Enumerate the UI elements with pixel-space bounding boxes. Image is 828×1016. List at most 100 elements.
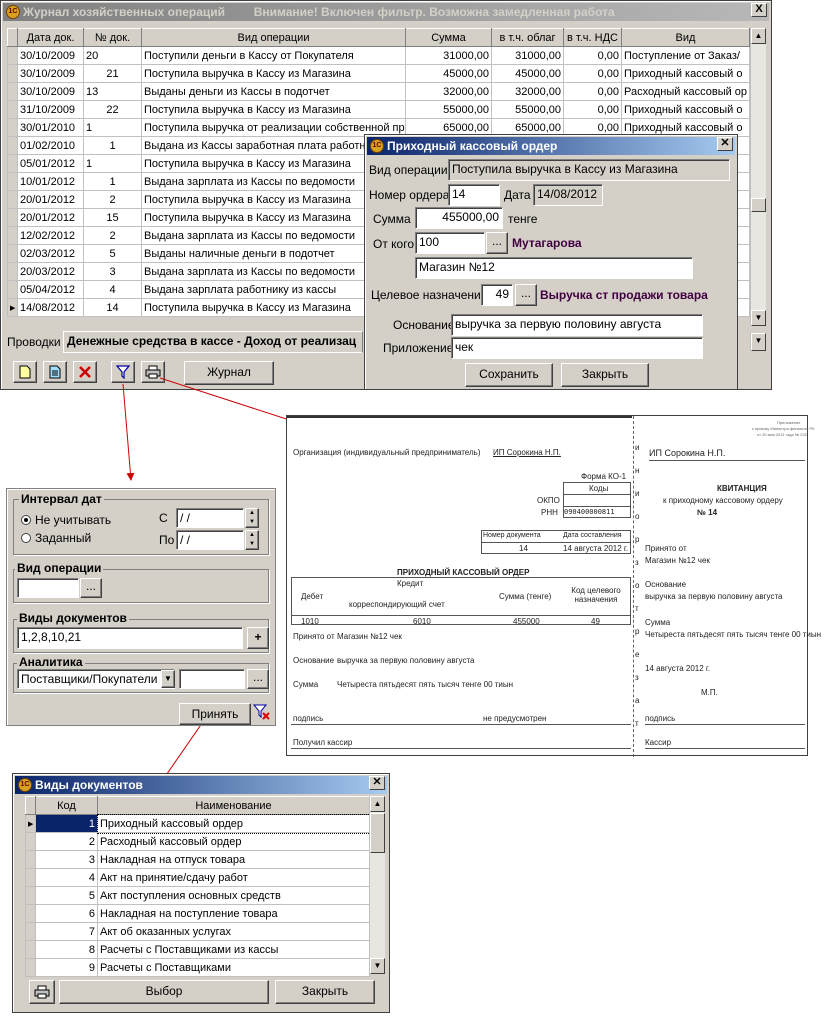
list-item[interactable]: 4 Акт на принятие/сдачу работ [25, 868, 370, 887]
new-doc-button[interactable] [13, 361, 37, 383]
operation-field[interactable]: Поступила выручка в Кассу из Магазина [448, 159, 730, 181]
cell-date[interactable]: 30/10/2009 [17, 46, 84, 65]
close-button[interactable]: Закрыть [275, 980, 375, 1004]
sum-field[interactable]: 455000,00 [415, 207, 503, 229]
list-item[interactable]: 8 Расчеты с Поставщиками из кассы [25, 940, 370, 959]
scroll-thumb[interactable] [370, 813, 385, 853]
cell-kind[interactable]: Приходный кассовый о [621, 64, 750, 83]
cell-date[interactable]: 05/04/2012 [17, 280, 84, 299]
list-item[interactable]: 9 Расчеты с Поставщиками [25, 958, 370, 977]
cell-name[interactable]: Акт поступления основных средств [97, 886, 370, 905]
from-lookup-button[interactable]: ... [486, 232, 508, 254]
edit-doc-button[interactable] [43, 361, 67, 383]
date-field[interactable]: 14/08/2012 [533, 184, 603, 206]
cell-date[interactable]: 01/02/2010 [17, 136, 84, 155]
cell-sum[interactable]: 31000,00 [405, 46, 492, 65]
basis-field[interactable]: выручка за первую половину августа [451, 314, 703, 336]
cell-date[interactable]: 12/02/2012 [17, 226, 84, 245]
cell-operation[interactable]: Выданы деньги из Кассы в подотчет [141, 82, 406, 101]
cell-num[interactable]: 13 [83, 82, 142, 101]
cell-vat[interactable]: 0,00 [563, 82, 622, 101]
cell-num[interactable]: 1 [83, 118, 142, 137]
purpose-code-field[interactable]: 49 [481, 284, 513, 306]
clear-filter-button[interactable] [252, 703, 273, 725]
cell-name[interactable]: Акт об оказанных услугах [97, 922, 370, 941]
cell-code[interactable]: 8 [35, 940, 98, 959]
cell-code[interactable]: 3 [35, 850, 98, 869]
cell-num[interactable]: 20 [83, 46, 142, 65]
cell-num[interactable]: 21 [83, 64, 142, 83]
cell-code[interactable]: 2 [35, 832, 98, 851]
cell-date[interactable]: 20/01/2012 [17, 208, 84, 227]
journal-button[interactable]: Журнал [184, 361, 274, 385]
cell-date[interactable]: 30/10/2009 [17, 64, 84, 83]
cell-name[interactable]: Расчеты с Поставщиками из кассы [97, 940, 370, 959]
close-icon[interactable]: X [751, 3, 767, 17]
analytics-value-field[interactable] [179, 669, 245, 689]
col-header-name[interactable]: Наименование [97, 796, 370, 815]
cell-date[interactable]: 10/01/2012 [17, 172, 84, 191]
cell-num[interactable]: 15 [83, 208, 142, 227]
cell-code[interactable]: 4 [35, 868, 98, 887]
cell-num[interactable]: 14 [83, 298, 142, 317]
cell-name[interactable]: Приходный кассовый ордер [96, 813, 371, 834]
doctypes-field[interactable]: 1,2,8,10,21 [17, 627, 243, 649]
cell-operation[interactable]: Поступила выручка в Кассу из Магазина [141, 64, 406, 83]
provodki-dropdown[interactable]: ▼ [750, 333, 766, 351]
list-item[interactable]: ▶ 1 Приходный кассовый ордер [25, 813, 371, 834]
close-icon[interactable]: ✕ [369, 776, 385, 790]
chevron-down-icon[interactable]: ▼ [751, 333, 766, 351]
order-number-field[interactable]: 14 [448, 184, 500, 206]
cell-name[interactable]: Расчеты с Поставщиками [97, 958, 370, 977]
cell-date[interactable]: 14/08/2012 [17, 298, 84, 317]
cell-date[interactable]: 30/01/2010 [17, 118, 84, 137]
list-item[interactable]: 3 Накладная на отпуск товара [25, 850, 370, 869]
operation-lookup-button[interactable]: ... [80, 578, 102, 598]
cell-name[interactable]: Акт на принятие/сдачу работ [97, 868, 370, 887]
cell-date[interactable]: 02/03/2012 [17, 244, 84, 263]
cell-kind[interactable]: Приходный кассовый о [621, 100, 750, 119]
date-to-spin[interactable]: ▲ ▼ [245, 530, 259, 550]
cell-vat[interactable]: 0,00 [563, 46, 622, 65]
cell-code[interactable]: 9 [35, 958, 98, 977]
cell-num[interactable]: 22 [83, 100, 142, 119]
cell-code[interactable]: 5 [35, 886, 98, 905]
operation-filter-field[interactable] [17, 578, 79, 598]
cell-operation[interactable]: Поступила выручка в Кассу из Магазина [141, 100, 406, 119]
cell-taxable[interactable]: 55000,00 [491, 100, 564, 119]
chevron-down-icon[interactable]: ▼ [161, 670, 175, 688]
cell-num[interactable]: 3 [83, 262, 142, 281]
select-button[interactable]: Выбор [59, 980, 269, 1004]
close-button[interactable]: Закрыть [561, 363, 649, 387]
table-row[interactable]: 31/10/2009 22 Поступила выручка в Кассу из… [7, 100, 750, 119]
cell-num[interactable]: 4 [83, 280, 142, 299]
col-header-operation[interactable]: Вид операции [141, 28, 406, 47]
cell-taxable[interactable]: 32000,00 [491, 82, 564, 101]
cell-sum[interactable]: 32000,00 [405, 82, 492, 101]
cell-name[interactable]: Накладная на поступление товара [97, 904, 370, 923]
cell-sum[interactable]: 45000,00 [405, 64, 492, 83]
cell-num[interactable]: 1 [83, 172, 142, 191]
cell-vat[interactable]: 0,00 [563, 100, 622, 119]
provodki-field[interactable]: Денежные средства в кассе - Доход от реа… [63, 331, 363, 353]
analytics-lookup-button[interactable]: ... [247, 669, 269, 689]
cell-date[interactable]: 30/10/2009 [17, 82, 84, 101]
cell-name[interactable]: Расходный кассовый ордер [97, 832, 370, 851]
col-header-sum[interactable]: Сумма [405, 28, 492, 47]
cell-code[interactable]: 7 [35, 922, 98, 941]
doctypes-titlebar[interactable]: 1С Виды документов [15, 776, 387, 794]
scroll-down-icon[interactable]: ▼ [751, 310, 766, 326]
cell-sum[interactable]: 55000,00 [405, 100, 492, 119]
cell-num[interactable]: 2 [83, 190, 142, 209]
doctypes-add-button[interactable]: + [247, 627, 269, 649]
radio-set[interactable] [21, 533, 31, 543]
col-header-date[interactable]: Дата док. [17, 28, 84, 47]
from-code-field[interactable]: 100 [415, 232, 485, 254]
radio-set-label[interactable]: Заданный [35, 531, 91, 545]
radio-none[interactable] [21, 515, 31, 525]
col-header-taxable[interactable]: в т.ч. облаг [491, 28, 564, 47]
col-header-num[interactable]: № док. [83, 28, 142, 47]
print-button[interactable] [141, 361, 165, 383]
cell-num[interactable]: 5 [83, 244, 142, 263]
doctypes-scrollbar[interactable]: ▲ ▼ [369, 796, 385, 974]
